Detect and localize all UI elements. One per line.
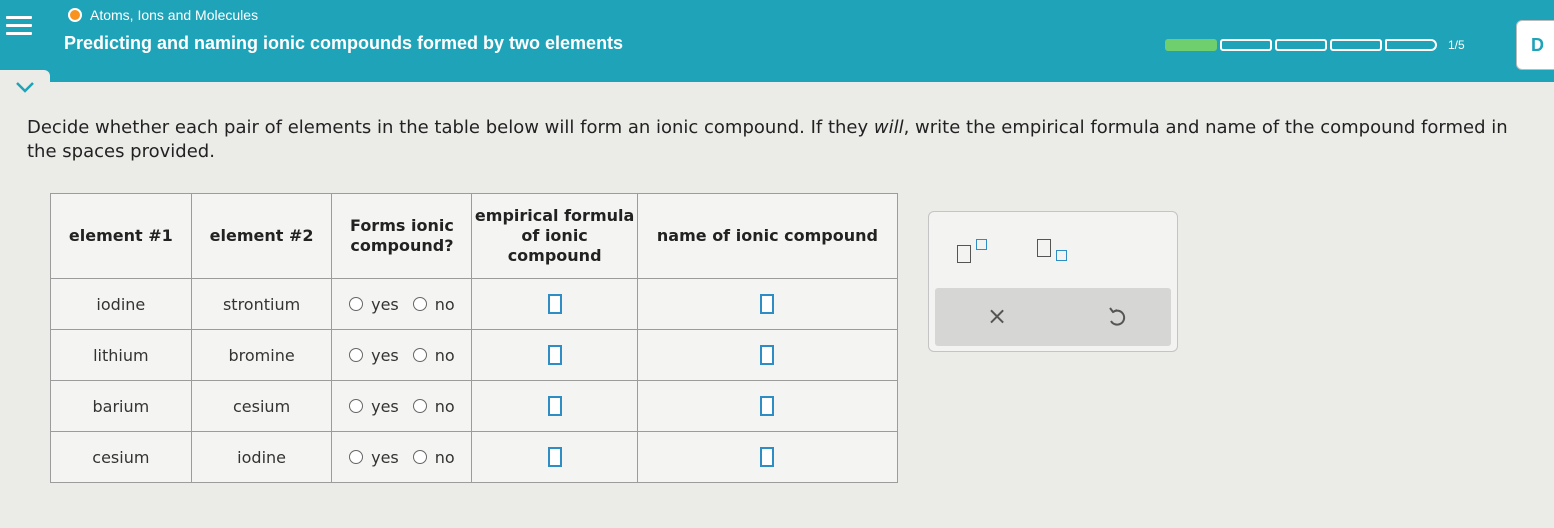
progress-label: 1/5 [1448, 38, 1465, 52]
yes-option[interactable]: yes [349, 295, 399, 314]
header-compound-name: name of ionic compound [636, 193, 899, 279]
element1-cell: iodine [50, 278, 192, 330]
forms-ionic-radio-group: yes no [333, 346, 470, 365]
topic-row: Atoms, Ions and Molecules [68, 7, 258, 23]
progress-segment [1385, 39, 1437, 51]
toolbar-actions: × [935, 288, 1171, 346]
formula-cell [471, 380, 638, 432]
element1-cell: lithium [50, 329, 192, 381]
formula-cell [471, 278, 638, 330]
superscript-icon[interactable] [957, 239, 989, 265]
compound-name-input[interactable] [760, 396, 775, 417]
progress-segment [1330, 39, 1382, 51]
chevron-down-icon [16, 82, 34, 93]
element2-cell: strontium [190, 278, 333, 330]
compound-name-input[interactable] [760, 345, 775, 366]
formula-input[interactable] [547, 345, 562, 366]
topic-status-icon [68, 8, 82, 22]
name-cell [636, 329, 899, 381]
formula-cell [471, 329, 638, 381]
header-element2: element #2 [190, 193, 333, 279]
header-bar: Atoms, Ions and Molecules Predicting and… [0, 0, 1554, 82]
yes-option[interactable]: yes [349, 448, 399, 467]
progress-segment [1275, 39, 1327, 51]
radio-no[interactable] [412, 297, 427, 311]
math-toolbar: × [928, 211, 1178, 352]
yes-label: yes [371, 294, 399, 314]
element2-cell: cesium [190, 380, 333, 432]
collapse-button[interactable] [0, 70, 50, 104]
formula-input[interactable] [547, 294, 562, 315]
table-row: iodine strontium yes no [50, 278, 899, 330]
name-cell [636, 431, 899, 483]
subscript-icon[interactable] [1037, 239, 1069, 265]
forms-ionic-radio-group: yes no [333, 448, 470, 467]
undo-icon[interactable] [1107, 306, 1127, 328]
radio-yes[interactable] [349, 348, 364, 362]
no-option[interactable]: no [412, 345, 455, 365]
no-label: no [434, 396, 455, 416]
page-title: Predicting and naming ionic compounds fo… [64, 33, 624, 53]
yes-label: yes [371, 345, 399, 365]
yes-label: yes [371, 447, 399, 467]
topic-label: Atoms, Ions and Molecules [90, 7, 259, 23]
element1-cell: cesium [50, 431, 192, 483]
header-forms-ionic: Forms ionic compound? [331, 193, 473, 279]
clear-icon[interactable]: × [987, 302, 1007, 330]
forms-ionic-cell: yes no [331, 278, 473, 330]
radio-yes[interactable] [349, 450, 364, 464]
formula-cell [471, 431, 638, 483]
compound-table: element #1 element #2 Forms ionic compou… [50, 193, 899, 483]
formula-input[interactable] [547, 396, 562, 417]
compound-name-input[interactable] [760, 294, 775, 315]
yes-option[interactable]: yes [349, 346, 399, 365]
forms-ionic-cell: yes no [331, 380, 473, 432]
forms-ionic-cell: yes no [331, 431, 473, 483]
radio-no[interactable] [412, 450, 427, 464]
forms-ionic-radio-group: yes no [333, 397, 470, 416]
compound-name-input[interactable] [760, 447, 775, 468]
name-cell [636, 380, 899, 432]
table-row: cesium iodine yes no [50, 431, 899, 483]
yes-option[interactable]: yes [349, 397, 399, 416]
header-element1: element #1 [50, 193, 192, 279]
progress-bar [1165, 39, 1437, 51]
element2-cell: bromine [190, 329, 333, 381]
no-label: no [434, 345, 455, 365]
table-header-row: element #1 element #2 Forms ionic compou… [50, 193, 899, 279]
element2-cell: iodine [190, 431, 333, 483]
no-option[interactable]: no [412, 396, 455, 416]
no-label: no [434, 447, 455, 467]
name-cell [636, 278, 899, 330]
no-option[interactable]: no [412, 294, 455, 314]
instructions-emphasis: will [873, 117, 904, 138]
radio-yes[interactable] [349, 297, 364, 311]
table-row: barium cesium yes no [50, 380, 899, 432]
yes-label: yes [371, 396, 399, 416]
instructions: Decide whether each pair of elements in … [27, 116, 1537, 164]
no-option[interactable]: no [412, 447, 455, 467]
forms-ionic-radio-group: yes no [333, 295, 470, 314]
menu-icon[interactable] [0, 4, 38, 46]
corner-button[interactable]: D [1516, 20, 1554, 70]
element1-cell: barium [50, 380, 192, 432]
radio-no[interactable] [412, 399, 427, 413]
no-label: no [434, 294, 455, 314]
instructions-text: Decide whether each pair of elements in … [27, 117, 874, 138]
header-formula: empirical formula of ionic compound [471, 193, 638, 279]
radio-no[interactable] [412, 348, 427, 362]
radio-yes[interactable] [349, 399, 364, 413]
forms-ionic-cell: yes no [331, 329, 473, 381]
progress-segment [1165, 39, 1217, 51]
table-row: lithium bromine yes no [50, 329, 899, 381]
progress-segment [1220, 39, 1272, 51]
formula-input[interactable] [547, 447, 562, 468]
